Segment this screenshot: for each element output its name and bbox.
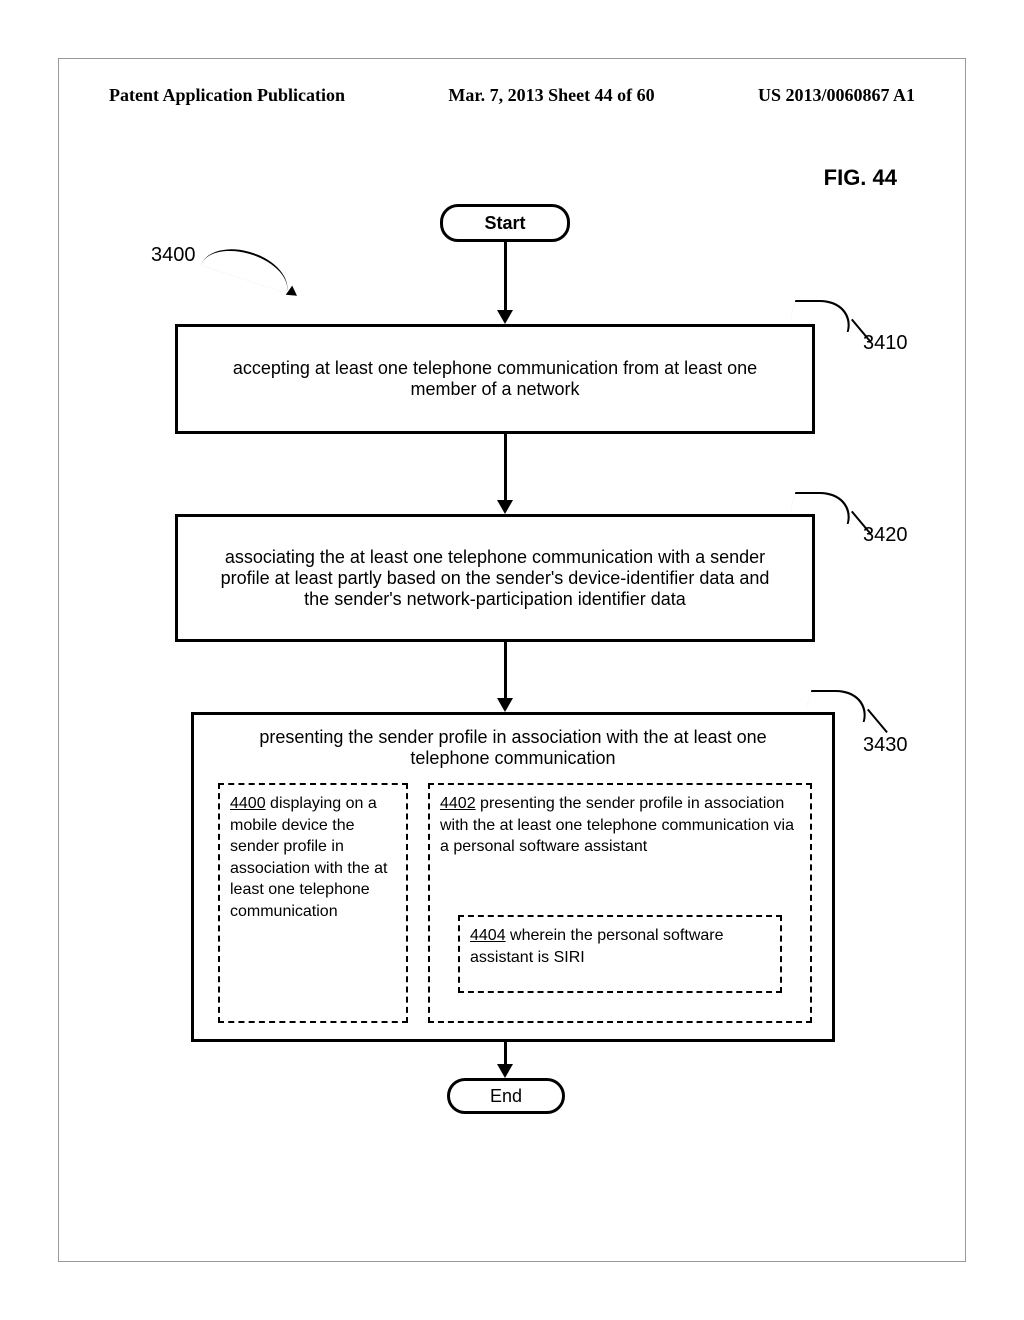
substep-4404: 4404 wherein the personal software assis… <box>458 915 782 993</box>
flowchart: Start 3400 accepting at least one teleph… <box>107 204 927 1134</box>
ref-3420: 3420 <box>863 524 908 547</box>
swoosh-3420 <box>787 492 858 524</box>
substep-4404-text: wherein the personal software assistant … <box>470 927 724 966</box>
substep-4400-text: displaying on a mobile device the sender… <box>230 795 387 920</box>
leader-3430 <box>867 709 888 733</box>
arrow-head-3 <box>497 698 513 712</box>
substep-4402: 4402 presenting the sender profile in as… <box>428 783 812 1023</box>
arrow-head-1 <box>497 310 513 324</box>
substep-4400: 4400 displaying on a mobile device the s… <box>218 783 408 1023</box>
ref-3400: 3400 <box>151 244 196 267</box>
ref-3410: 3410 <box>863 332 908 355</box>
substep-4404-index: 4404 <box>470 927 506 944</box>
header-right: US 2013/0060867 A1 <box>758 85 915 106</box>
header-left: Patent Application Publication <box>109 85 345 106</box>
step-3430: presenting the sender profile in associa… <box>191 712 835 1042</box>
start-node: Start <box>440 204 570 242</box>
arrow-3420-3430 <box>504 642 507 700</box>
step-3410: accepting at least one telephone communi… <box>175 324 815 434</box>
page-frame: Patent Application Publication Mar. 7, 2… <box>58 58 966 1262</box>
step-3430-title: presenting the sender profile in associa… <box>214 727 812 779</box>
end-node: End <box>447 1078 565 1114</box>
substep-4400-index: 4400 <box>230 795 266 812</box>
substep-4402-text: presenting the sender profile in associa… <box>440 795 794 855</box>
swoosh-3430 <box>803 690 874 722</box>
step-3420-text: associating the at least one telephone c… <box>210 547 780 610</box>
header-mid: Mar. 7, 2013 Sheet 44 of 60 <box>448 85 654 106</box>
arrow-head-4 <box>497 1064 513 1078</box>
arrow-head-2 <box>497 500 513 514</box>
arrow-3410-3420 <box>504 434 507 502</box>
substep-4402-index: 4402 <box>440 795 476 812</box>
ref-3430: 3430 <box>863 734 908 757</box>
figure-label: FIG. 44 <box>824 165 897 191</box>
step-3420: associating the at least one telephone c… <box>175 514 815 642</box>
step-3410-text: accepting at least one telephone communi… <box>210 358 780 400</box>
swoosh-3410 <box>787 300 858 332</box>
arrow-3430-end <box>504 1042 507 1066</box>
page-header: Patent Application Publication Mar. 7, 2… <box>109 85 915 106</box>
pointer-3400-head <box>286 286 300 301</box>
pointer-3400 <box>201 239 295 293</box>
arrow-start-3410 <box>504 242 507 312</box>
